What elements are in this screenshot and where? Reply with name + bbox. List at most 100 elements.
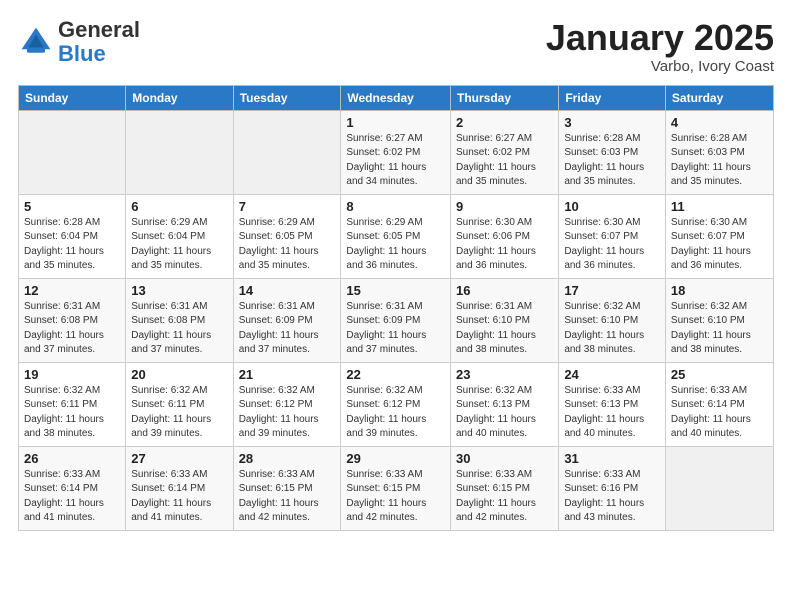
day-number: 14 [239,283,336,298]
day-number: 20 [131,367,227,382]
calendar-cell [19,110,126,194]
calendar-cell: 7 Sunrise: 6:29 AM Sunset: 6:05 PM Daylig… [233,194,341,278]
day-number: 28 [239,451,336,466]
day-info: Sunrise: 6:32 AM Sunset: 6:13 PM Dayligh… [456,384,553,442]
subtitle: Varbo, Ivory Coast [546,58,774,75]
day-info: Sunrise: 6:27 AM Sunset: 6:02 PM Dayligh… [456,132,553,190]
calendar-header-monday: Monday [126,85,233,110]
day-info: Sunrise: 6:30 AM Sunset: 6:07 PM Dayligh… [671,216,768,274]
calendar-cell: 31Sunrise: 6:33 AM Sunset: 6:16 PM Dayli… [559,446,666,530]
calendar-header-sunday: Sunday [19,85,126,110]
day-number: 25 [671,367,768,382]
calendar-cell: 2Sunrise: 6:27 AM Sunset: 6:02 PM Daylig… [450,110,558,194]
day-number: 10 [564,199,660,214]
day-number: 9 [456,199,553,214]
day-number: 27 [131,451,227,466]
calendar-header-thursday: Thursday [450,85,558,110]
header: General Blue January 2025 Varbo, Ivory C… [18,18,774,75]
calendar-cell [126,110,233,194]
logo: General Blue [18,18,140,66]
day-number: 3 [564,115,660,130]
month-title: January 2025 [546,18,774,58]
day-number: 8 [346,199,445,214]
calendar-header-saturday: Saturday [665,85,773,110]
day-info: Sunrise: 6:31 AM Sunset: 6:08 PM Dayligh… [131,300,227,358]
day-number: 30 [456,451,553,466]
calendar-cell: 24 Sunrise: 6:33 AM Sunset: 6:13 PM Dayli… [559,362,666,446]
day-info: Sunrise: 6:33 AM Sunset: 6:14 PM Dayligh… [671,384,768,442]
day-info: Sunrise: 6:28 AM Sunset: 6:03 PM Dayligh… [564,132,660,190]
logo-icon [18,24,54,60]
calendar-cell: 21Sunrise: 6:32 AM Sunset: 6:12 PM Dayli… [233,362,341,446]
calendar-cell [665,446,773,530]
calendar-cell: 20 Sunrise: 6:32 AM Sunset: 6:11 PM Dayli… [126,362,233,446]
calendar-cell: 29 Sunrise: 6:33 AM Sunset: 6:15 PM Dayli… [341,446,451,530]
day-number: 15 [346,283,445,298]
calendar-cell: 10 Sunrise: 6:30 AM Sunset: 6:07 PM Dayli… [559,194,666,278]
day-number: 5 [24,199,120,214]
day-info: Sunrise: 6:31 AM Sunset: 6:09 PM Dayligh… [239,300,336,358]
logo-text: General Blue [58,18,140,66]
day-number: 31 [564,451,660,466]
day-info: Sunrise: 6:33 AM Sunset: 6:15 PM Dayligh… [456,468,553,526]
day-number: 13 [131,283,227,298]
day-number: 18 [671,283,768,298]
day-number: 17 [564,283,660,298]
day-number: 23 [456,367,553,382]
calendar-cell: 22 Sunrise: 6:32 AM Sunset: 6:12 PM Dayli… [341,362,451,446]
title-block: January 2025 Varbo, Ivory Coast [546,18,774,75]
calendar-week-3: 12Sunrise: 6:31 AM Sunset: 6:08 PM Dayli… [19,278,774,362]
day-info: Sunrise: 6:27 AM Sunset: 6:02 PM Dayligh… [346,132,445,190]
day-info: Sunrise: 6:31 AM Sunset: 6:09 PM Dayligh… [346,300,445,358]
day-info: Sunrise: 6:32 AM Sunset: 6:11 PM Dayligh… [131,384,227,442]
calendar-header-row: SundayMondayTuesdayWednesdayThursdayFrid… [19,85,774,110]
calendar-cell: 9 Sunrise: 6:30 AM Sunset: 6:06 PM Daylig… [450,194,558,278]
calendar: SundayMondayTuesdayWednesdayThursdayFrid… [18,85,774,531]
calendar-cell: 17 Sunrise: 6:32 AM Sunset: 6:10 PM Dayli… [559,278,666,362]
calendar-cell: 19Sunrise: 6:32 AM Sunset: 6:11 PM Dayli… [19,362,126,446]
calendar-cell: 28 Sunrise: 6:33 AM Sunset: 6:15 PM Dayli… [233,446,341,530]
day-number: 29 [346,451,445,466]
page: General Blue January 2025 Varbo, Ivory C… [0,0,792,612]
day-info: Sunrise: 6:29 AM Sunset: 6:04 PM Dayligh… [131,216,227,274]
day-number: 22 [346,367,445,382]
day-info: Sunrise: 6:29 AM Sunset: 6:05 PM Dayligh… [239,216,336,274]
calendar-cell: 18 Sunrise: 6:32 AM Sunset: 6:10 PM Dayli… [665,278,773,362]
calendar-cell: 13 Sunrise: 6:31 AM Sunset: 6:08 PM Dayli… [126,278,233,362]
calendar-cell: 26Sunrise: 6:33 AM Sunset: 6:14 PM Dayli… [19,446,126,530]
day-info: Sunrise: 6:33 AM Sunset: 6:14 PM Dayligh… [24,468,120,526]
day-info: Sunrise: 6:33 AM Sunset: 6:13 PM Dayligh… [564,384,660,442]
day-info: Sunrise: 6:32 AM Sunset: 6:12 PM Dayligh… [239,384,336,442]
calendar-week-2: 5 Sunrise: 6:28 AM Sunset: 6:04 PM Daylig… [19,194,774,278]
calendar-cell: 5 Sunrise: 6:28 AM Sunset: 6:04 PM Daylig… [19,194,126,278]
day-number: 1 [346,115,445,130]
calendar-week-4: 19Sunrise: 6:32 AM Sunset: 6:11 PM Dayli… [19,362,774,446]
day-info: Sunrise: 6:33 AM Sunset: 6:15 PM Dayligh… [239,468,336,526]
day-info: Sunrise: 6:30 AM Sunset: 6:07 PM Dayligh… [564,216,660,274]
day-info: Sunrise: 6:30 AM Sunset: 6:06 PM Dayligh… [456,216,553,274]
day-info: Sunrise: 6:32 AM Sunset: 6:10 PM Dayligh… [564,300,660,358]
calendar-cell: 16Sunrise: 6:31 AM Sunset: 6:10 PM Dayli… [450,278,558,362]
calendar-cell: 6Sunrise: 6:29 AM Sunset: 6:04 PM Daylig… [126,194,233,278]
day-info: Sunrise: 6:29 AM Sunset: 6:05 PM Dayligh… [346,216,445,274]
calendar-cell: 3 Sunrise: 6:28 AM Sunset: 6:03 PM Daylig… [559,110,666,194]
logo-blue: Blue [58,41,106,66]
day-info: Sunrise: 6:32 AM Sunset: 6:10 PM Dayligh… [671,300,768,358]
day-info: Sunrise: 6:32 AM Sunset: 6:12 PM Dayligh… [346,384,445,442]
day-info: Sunrise: 6:31 AM Sunset: 6:10 PM Dayligh… [456,300,553,358]
day-number: 7 [239,199,336,214]
logo-general: General [58,17,140,42]
calendar-header-friday: Friday [559,85,666,110]
calendar-header-wednesday: Wednesday [341,85,451,110]
calendar-cell: 15 Sunrise: 6:31 AM Sunset: 6:09 PM Dayli… [341,278,451,362]
day-number: 24 [564,367,660,382]
day-info: Sunrise: 6:32 AM Sunset: 6:11 PM Dayligh… [24,384,120,442]
day-number: 11 [671,199,768,214]
calendar-cell: 1 Sunrise: 6:27 AM Sunset: 6:02 PM Daylig… [341,110,451,194]
calendar-cell: 8 Sunrise: 6:29 AM Sunset: 6:05 PM Daylig… [341,194,451,278]
day-info: Sunrise: 6:28 AM Sunset: 6:04 PM Dayligh… [24,216,120,274]
day-info: Sunrise: 6:31 AM Sunset: 6:08 PM Dayligh… [24,300,120,358]
calendar-header-tuesday: Tuesday [233,85,341,110]
calendar-cell [233,110,341,194]
day-info: Sunrise: 6:33 AM Sunset: 6:15 PM Dayligh… [346,468,445,526]
